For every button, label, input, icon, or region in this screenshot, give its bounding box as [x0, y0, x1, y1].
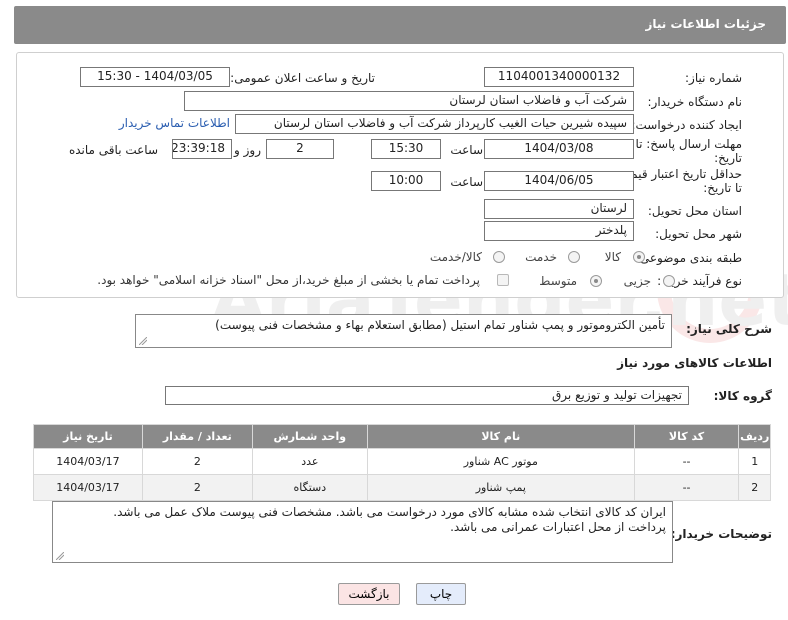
cell-qty: 2	[141, 448, 253, 475]
deadline-time-label: ساعت	[450, 143, 483, 157]
cell-row: 1	[738, 448, 771, 475]
col-qty-header: تعداد / مقدار	[141, 424, 253, 449]
category-radio-service[interactable]	[568, 251, 580, 263]
delivery-province-field: لرستان	[484, 199, 634, 219]
deadline-label-line2: تاریخ:	[714, 151, 742, 165]
buyer-notes-label: توضیحات خریدار:	[670, 527, 772, 541]
category-radio-goods[interactable]	[633, 251, 645, 263]
days-remaining-field: 2	[266, 139, 334, 159]
category-option-goods: کالا	[604, 250, 621, 264]
delivery-city-field: پلدختر	[484, 221, 634, 241]
page-title: جزئیات اطلاعات نیاز	[645, 17, 766, 31]
cell-date: 1404/03/17	[33, 448, 143, 475]
cell-unit: عدد	[251, 448, 368, 475]
category-label: طبقه بندی موضوعی:	[635, 251, 742, 265]
deadline-label-line1: مهلت ارسال پاسخ: تا	[635, 137, 742, 151]
col-date-header: تاریخ نیاز	[33, 424, 143, 449]
table-row: 1 -- موتور AC شناور عدد 2 1404/03/17	[33, 448, 771, 475]
days-label: روز و	[234, 143, 261, 157]
announce-label: تاریخ و ساعت اعلان عمومی:	[230, 71, 375, 85]
cell-name: موتور AC شناور	[366, 448, 635, 475]
price-validity-label-line1: حداقل تاریخ اعتبار قیمت:	[615, 167, 742, 181]
deadline-date-field: 1404/03/08	[484, 139, 634, 159]
buyer-contact-link[interactable]: اطلاعات تماس خریدار	[119, 116, 230, 130]
treasury-payment-note: پرداخت تمام یا بخشی از مبلغ خرید،از محل …	[97, 273, 480, 287]
back-button[interactable]: بازگشت	[338, 583, 400, 605]
col-code-header: کد کالا	[633, 424, 740, 449]
cell-code: --	[633, 448, 740, 475]
cell-code: --	[633, 474, 740, 501]
cell-row: 2	[738, 474, 771, 501]
col-unit-header: واحد شمارش	[251, 424, 368, 449]
resize-handle-icon[interactable]	[139, 337, 147, 345]
description-text: تأمین الکتروموتور و پمپ شناور تمام استیل…	[215, 318, 665, 332]
price-validity-date-field: 1404/06/05	[484, 171, 634, 191]
treasury-payment-checkbox[interactable]	[497, 274, 509, 286]
remaining-time-field: 23:39:18	[172, 139, 232, 159]
need-number-label: شماره نیاز:	[685, 71, 742, 85]
buyer-notes-line2: پرداخت از محل اعتبارات عمرانی می باشد.	[450, 520, 666, 534]
deadline-time-field: 15:30	[371, 139, 441, 159]
goods-table-header: ردیف کد کالا نام کالا واحد شمارش تعداد /…	[33, 424, 771, 449]
delivery-city-label: شهر محل تحویل:	[655, 227, 742, 241]
delivery-province-label: استان محل تحویل:	[647, 204, 742, 218]
need-number-field: 1104001340000132	[484, 67, 634, 87]
cell-unit: دستگاه	[251, 474, 368, 501]
buyer-notes-line1: ایران کد کالای انتخاب شده مشابه کالای مو…	[113, 505, 666, 519]
resize-handle-icon[interactable]	[56, 552, 64, 560]
price-validity-time-field: 10:00	[371, 171, 441, 191]
cell-qty: 2	[141, 474, 253, 501]
creator-label: ایجاد کننده درخواست:	[631, 118, 742, 132]
buyer-notes-textarea[interactable]: ایران کد کالای انتخاب شده مشابه کالای مو…	[52, 501, 673, 563]
table-row: 2 -- پمپ شناور دستگاه 2 1404/03/17	[33, 474, 771, 501]
goods-group-field: تجهیزات تولید و توزیع برق	[165, 386, 689, 405]
creator-field: سپیده شیرین حیات الغیب کارپرداز شرکت آب …	[235, 114, 634, 134]
goods-section-title: اطلاعات کالاهای مورد نیاز	[617, 356, 772, 370]
description-textarea[interactable]: تأمین الکتروموتور و پمپ شناور تمام استیل…	[135, 314, 672, 348]
purchase-type-option-minor: جزیی	[623, 274, 651, 288]
category-radio-goods-service[interactable]	[493, 251, 505, 263]
page-header: جزئیات اطلاعات نیاز	[14, 6, 786, 44]
remaining-time-label: ساعت باقی مانده	[68, 143, 158, 157]
print-button[interactable]: چاپ	[416, 583, 466, 605]
category-option-service: خدمت	[525, 250, 557, 264]
announce-field: 1404/03/05 - 15:30	[80, 67, 230, 87]
description-label: شرح کلی نیاز:	[686, 322, 772, 336]
purchase-type-radio-minor[interactable]	[663, 275, 675, 287]
purchase-type-radio-medium[interactable]	[590, 275, 602, 287]
goods-group-label: گروه کالا:	[713, 389, 772, 403]
buyer-org-label: نام دستگاه خریدار:	[647, 95, 743, 109]
purchase-type-option-medium: متوسط	[539, 274, 577, 288]
goods-table: ردیف کد کالا نام کالا واحد شمارش تعداد /…	[33, 424, 771, 501]
col-row-header: ردیف	[738, 424, 771, 449]
price-validity-time-label: ساعت	[450, 175, 483, 189]
buyer-org-field: شرکت آب و فاضلاب استان لرستان	[184, 91, 634, 111]
cell-date: 1404/03/17	[33, 474, 143, 501]
price-validity-label-line2: تا تاریخ:	[703, 181, 742, 195]
col-name-header: نام کالا	[366, 424, 635, 449]
cell-name: پمپ شناور	[366, 474, 635, 501]
category-option-goods-service: کالا/خدمت	[429, 250, 482, 264]
